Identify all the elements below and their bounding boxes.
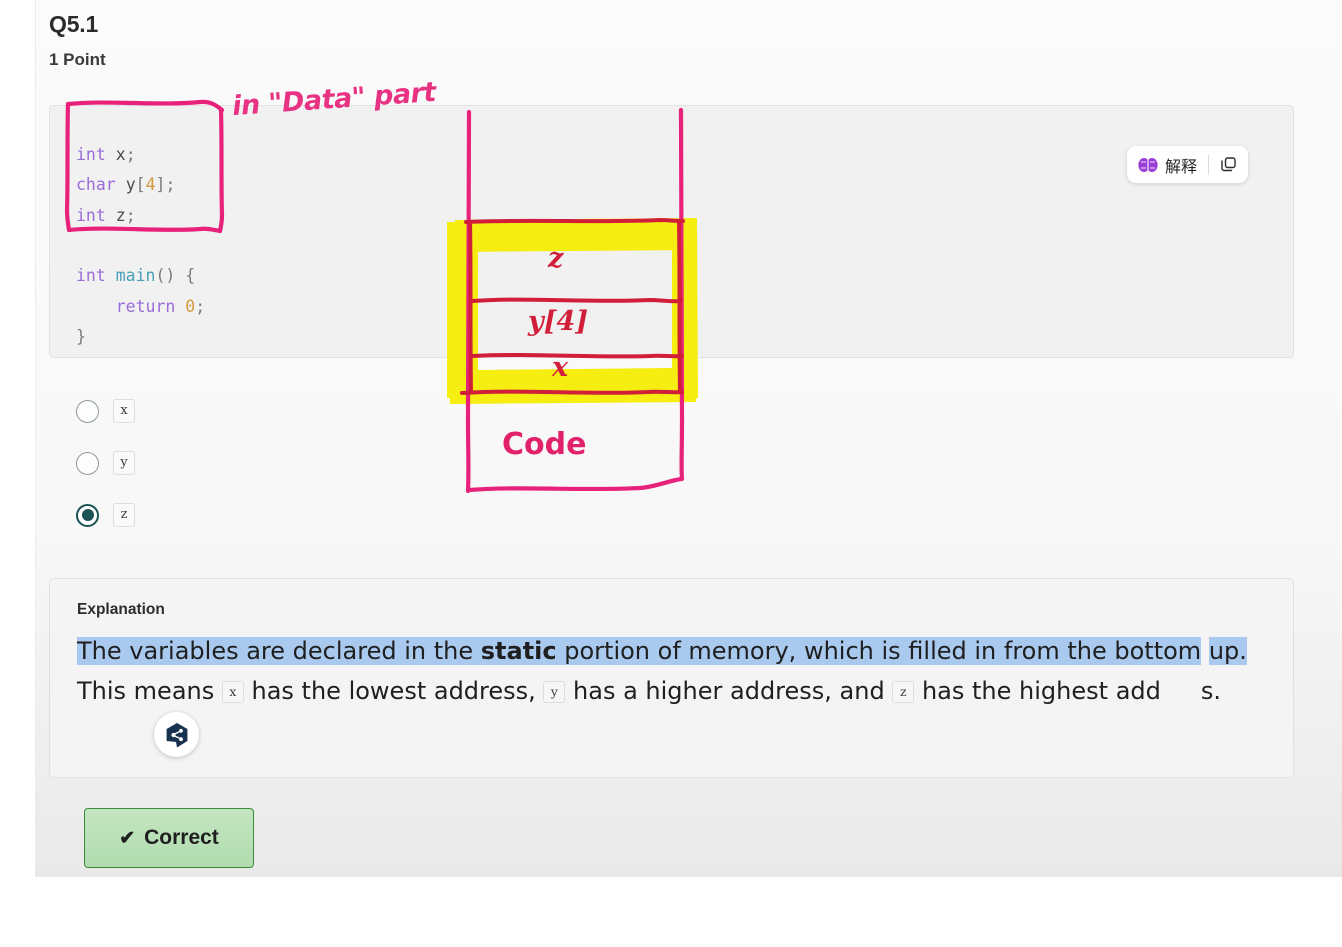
code-token: [ bbox=[135, 175, 146, 194]
explanation-highlight-2: up. bbox=[1208, 637, 1247, 665]
explanation-text: The variables are declared in the static… bbox=[77, 631, 1262, 711]
code-token: ; bbox=[125, 144, 136, 164]
explanation-seg-4: This means bbox=[77, 677, 222, 705]
explanation-seg-9: s. bbox=[1200, 677, 1222, 705]
ai-toolbar[interactable]: 解释 bbox=[1126, 146, 1248, 183]
code-token: int bbox=[76, 205, 106, 225]
inline-code-z: z bbox=[892, 681, 915, 703]
inline-code-y: y bbox=[543, 681, 566, 703]
code-token: char bbox=[76, 175, 116, 194]
code-line: int main() { bbox=[76, 266, 195, 285]
explanation-seg-6: has a higher address, and bbox=[565, 677, 893, 705]
code-token: ; bbox=[165, 175, 176, 194]
code-token: } bbox=[76, 327, 86, 346]
code-token: 4 bbox=[145, 175, 156, 194]
check-icon: ✔ bbox=[119, 827, 136, 849]
toolbar-divider bbox=[1208, 154, 1209, 175]
question-panel: Q5.1 1 Point int x; char y[4]; int z; in… bbox=[35, 0, 1342, 877]
code-line: int x; bbox=[76, 145, 136, 164]
explanation-seg-5: has the lowest address, bbox=[243, 677, 544, 705]
code-token: ] bbox=[155, 175, 166, 194]
explanation-bold-static: static bbox=[480, 637, 557, 665]
code-token: ; bbox=[195, 296, 206, 316]
answer-option-label: z bbox=[113, 503, 135, 527]
radio-button-y[interactable] bbox=[76, 451, 99, 475]
explanation-seg-7: has the highest bbox=[914, 677, 1109, 705]
answer-option-y[interactable]: y bbox=[76, 437, 135, 489]
radio-button-z[interactable] bbox=[76, 503, 99, 527]
code-line: return 0; bbox=[76, 297, 205, 316]
code-content: int x; char y[4]; int z; int main() { re… bbox=[76, 140, 205, 353]
code-token: z bbox=[115, 205, 126, 225]
code-token: return bbox=[115, 296, 176, 316]
code-line: } bbox=[76, 327, 86, 346]
explanation-box: Explanation The variables are declared i… bbox=[49, 578, 1294, 778]
code-token: int bbox=[76, 266, 106, 285]
radio-button-x[interactable] bbox=[76, 399, 99, 423]
answer-option-label: x bbox=[113, 399, 135, 423]
status-label: Correct bbox=[144, 826, 219, 849]
explanation-title: Explanation bbox=[77, 601, 165, 618]
answer-option-x[interactable]: x bbox=[76, 385, 135, 437]
code-line: char y[4]; bbox=[76, 175, 175, 194]
brain-icon bbox=[1138, 157, 1158, 173]
explanation-seg-8: add bbox=[1115, 677, 1161, 705]
explanation-seg-1: The variables are declared in the bbox=[77, 637, 481, 665]
code-token: 0 bbox=[185, 296, 196, 316]
status-badge-correct[interactable]: ✔ Correct bbox=[84, 808, 254, 868]
question-points: 1 Point bbox=[49, 50, 106, 69]
code-token: main bbox=[115, 266, 156, 285]
inline-code-x: x bbox=[221, 681, 244, 703]
question-page: Q5.1 1 Point int x; char y[4]; int z; in… bbox=[0, 0, 1342, 947]
code-token: int bbox=[76, 144, 106, 164]
code-token: x bbox=[115, 144, 126, 164]
answer-option-label: y bbox=[113, 451, 135, 475]
share-node-badge-icon[interactable] bbox=[154, 712, 199, 757]
explain-label: 解释 bbox=[1164, 156, 1197, 176]
code-token: y bbox=[125, 175, 136, 194]
answer-options: x y z bbox=[76, 385, 135, 541]
code-block: int x; char y[4]; int z; int main() { re… bbox=[49, 105, 1294, 358]
code-line: int z; bbox=[76, 206, 136, 225]
copy-icon[interactable] bbox=[1220, 156, 1237, 173]
explanation-highlight-1: The variables are declared in the static… bbox=[77, 637, 1202, 665]
code-token: () { bbox=[155, 266, 196, 285]
answer-option-z[interactable]: z bbox=[76, 489, 135, 541]
code-token: ; bbox=[125, 205, 136, 225]
question-title: Q5.1 bbox=[49, 11, 99, 37]
explanation-seg-2: portion of memory, which is filled in fr… bbox=[556, 637, 1202, 665]
